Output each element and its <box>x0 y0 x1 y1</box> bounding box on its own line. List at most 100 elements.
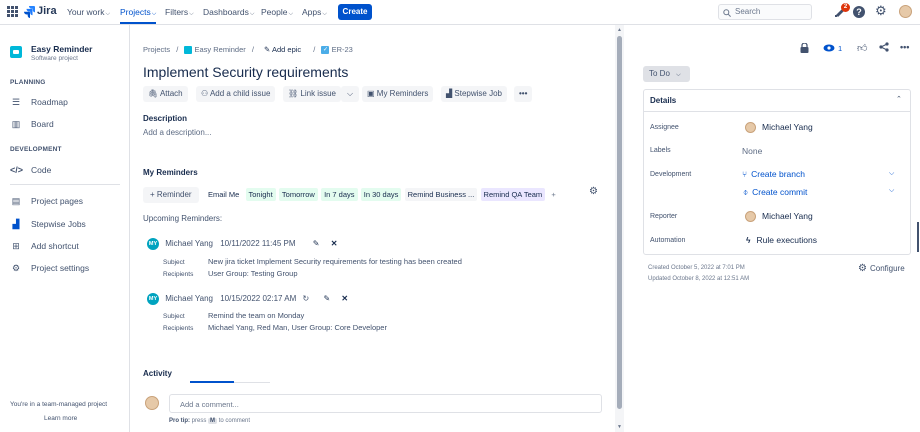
chip-remind-qa-team[interactable]: Remind QA Team <box>480 188 546 201</box>
reminder-item: MY Michael Yang 10/11/2022 11:45 PM ✎ ✕ … <box>147 238 607 284</box>
sidebar-item-project-settings[interactable]: ⚙ Project settings <box>10 263 89 274</box>
main-scrollbar-thumb[interactable] <box>617 36 622 409</box>
add-child-issue-button[interactable]: ⚇ Add a child issue <box>196 86 276 102</box>
chip-add[interactable]: + <box>548 188 559 201</box>
chevron-down-icon[interactable]: ⌵ <box>889 187 894 195</box>
link-issue-button[interactable]: ⛓ Link issue <box>283 86 341 102</box>
activity-tab-active-indicator[interactable] <box>190 381 234 383</box>
assignee-value[interactable]: Michael Yang <box>745 122 813 134</box>
nav-people[interactable]: People⌵ <box>261 7 293 18</box>
attach-button[interactable]: 🖇 Attach <box>143 86 188 102</box>
jira-logo-text[interactable]: Jira <box>37 5 57 17</box>
updated-timestamp: Updated October 8, 2022 at 12:51 AM <box>648 276 750 282</box>
notification-count-badge: 2 <box>841 3 850 12</box>
delete-x-icon[interactable]: ✕ <box>331 239 338 248</box>
upcoming-reminders-heading: Upcoming Reminders: <box>143 214 223 223</box>
scroll-up-arrow-icon[interactable]: ▲ <box>617 27 622 33</box>
create-button[interactable]: Create <box>338 4 372 20</box>
chip-email-me[interactable]: Email Me <box>205 188 243 201</box>
breadcrumb-add-epic[interactable]: Add epic <box>272 45 301 54</box>
nav-projects[interactable]: Projects⌵ <box>120 7 157 24</box>
reminder-user: Michael Yang <box>165 294 213 304</box>
my-reminders-button[interactable]: ▣ My Reminders <box>362 86 434 102</box>
add-reminder-button[interactable]: + Reminder <box>143 187 199 203</box>
settings-gear-icon[interactable]: ⚙ <box>875 3 887 19</box>
project-type: Software project <box>31 55 78 62</box>
commit-icon: ⌽ <box>743 187 749 197</box>
resize-handle[interactable] <box>917 222 919 252</box>
child-issue-icon: ⚇ <box>201 89 209 98</box>
profile-avatar[interactable] <box>899 5 912 18</box>
sidebar-item-stepwise-jobs[interactable]: ▟ Stepwise Jobs <box>10 219 86 230</box>
development-label: Development <box>650 171 692 178</box>
app-switcher-icon[interactable] <box>7 6 18 17</box>
chevron-down-icon: ⌵ <box>322 11 327 17</box>
project-avatar-icon[interactable] <box>10 46 22 58</box>
like-thumbs-up-icon[interactable]: 👍︎ <box>857 42 867 54</box>
rule-executions-link[interactable]: ϟ Rule executions <box>746 235 817 245</box>
edit-pencil-icon[interactable]: ✎ <box>313 239 320 248</box>
issue-title[interactable]: Implement Security requirements <box>143 64 348 80</box>
labels-value[interactable]: None <box>742 146 762 156</box>
scroll-down-arrow-icon[interactable]: ▼ <box>617 424 622 430</box>
sidebar-item-project-pages-label: Project pages <box>31 196 83 206</box>
breadcrumb-projects[interactable]: Projects <box>143 45 170 54</box>
learn-more-link[interactable]: Learn more <box>44 415 77 422</box>
create-branch-link[interactable]: ⑂ Create branch <box>742 169 805 179</box>
chip-tomorrow[interactable]: Tomorrow <box>278 188 318 201</box>
nav-apps[interactable]: Apps⌵ <box>302 7 327 18</box>
chip-tonight[interactable]: Tonight <box>245 188 276 201</box>
reporter-label: Reporter <box>650 213 678 220</box>
search-input[interactable]: Search <box>718 4 812 20</box>
description-field[interactable]: Add a description... <box>143 128 211 137</box>
reminder-settings-gear-icon[interactable]: ⚙ <box>589 186 598 197</box>
reminder-subject: Remind the team on Monday <box>208 311 305 320</box>
more-options-icon[interactable]: ••• <box>900 42 909 52</box>
sidebar-item-project-pages[interactable]: ▤ Project pages <box>10 196 83 207</box>
nav-dashboards-label: Dashboards <box>203 7 249 17</box>
sidebar-item-roadmap[interactable]: ☰ Roadmap <box>10 97 68 108</box>
rule-executions-label: Rule executions <box>756 235 817 245</box>
share-icon[interactable] <box>879 42 889 54</box>
project-name[interactable]: Easy Reminder <box>31 44 92 54</box>
stepwise-job-button[interactable]: ▟ Stepwise Job <box>441 86 507 102</box>
lock-icon[interactable] <box>800 42 809 56</box>
chip-remind-business[interactable]: Remind Business ... <box>404 188 478 201</box>
create-commit-link[interactable]: ⌽ Create commit <box>743 187 807 198</box>
collapse-chevron-up-icon[interactable]: ⌃ <box>896 95 902 103</box>
reminder-datetime: 10/15/2022 02:17 AM <box>220 294 297 304</box>
nav-your-work[interactable]: Your work⌵ <box>67 7 110 18</box>
comment-input[interactable]: Add a comment... <box>169 394 602 413</box>
edit-pencil-icon[interactable]: ✎ <box>323 294 330 303</box>
configure-button[interactable]: ⚙ Configure <box>858 263 905 274</box>
delete-x-icon[interactable]: ✕ <box>341 294 348 303</box>
nav-filters[interactable]: Filters⌵ <box>165 7 194 18</box>
jira-logo-icon[interactable] <box>24 6 35 18</box>
sidebar-item-code[interactable]: </> Code <box>10 165 51 175</box>
nav-filters-label: Filters <box>165 7 189 17</box>
subject-label: Subject <box>163 313 185 320</box>
more-actions-button[interactable]: ••• <box>514 86 533 102</box>
breadcrumb-issue-key[interactable]: ER-23 <box>332 45 353 54</box>
sidebar-item-board[interactable]: ▥ Board <box>10 119 54 130</box>
reminder-recipients: User Group: Testing Group <box>208 269 298 278</box>
chevron-down-icon[interactable]: ⌵ <box>889 170 894 178</box>
breadcrumb-project[interactable]: Easy Reminder <box>194 45 245 54</box>
reminder-chips: Email Me Tonight Tomorrow In 7 days In 3… <box>205 188 560 201</box>
nav-dashboards[interactable]: Dashboards⌵ <box>203 7 254 18</box>
pro-tip-key: M <box>208 418 218 424</box>
details-heading[interactable]: Details <box>650 96 676 105</box>
user-avatar: MY <box>147 293 159 305</box>
my-reminders-label: My Reminders <box>376 89 429 98</box>
reporter-value[interactable]: Michael Yang <box>745 211 813 223</box>
recipients-label: Recipients <box>163 325 194 332</box>
pencil-icon: ✎ <box>264 45 271 54</box>
watch-eye-icon[interactable] <box>823 44 835 54</box>
status-dropdown[interactable]: To Do ⌵ <box>643 66 690 82</box>
attach-label: Attach <box>159 89 183 98</box>
chip-in-7-days[interactable]: In 7 days <box>321 188 358 201</box>
help-icon[interactable]: ? <box>853 6 865 18</box>
chip-in-30-days[interactable]: In 30 days <box>360 188 402 201</box>
sidebar-item-add-shortcut[interactable]: ⊞ Add shortcut <box>10 241 79 252</box>
link-issue-dropdown[interactable]: ⌵ <box>341 86 359 102</box>
